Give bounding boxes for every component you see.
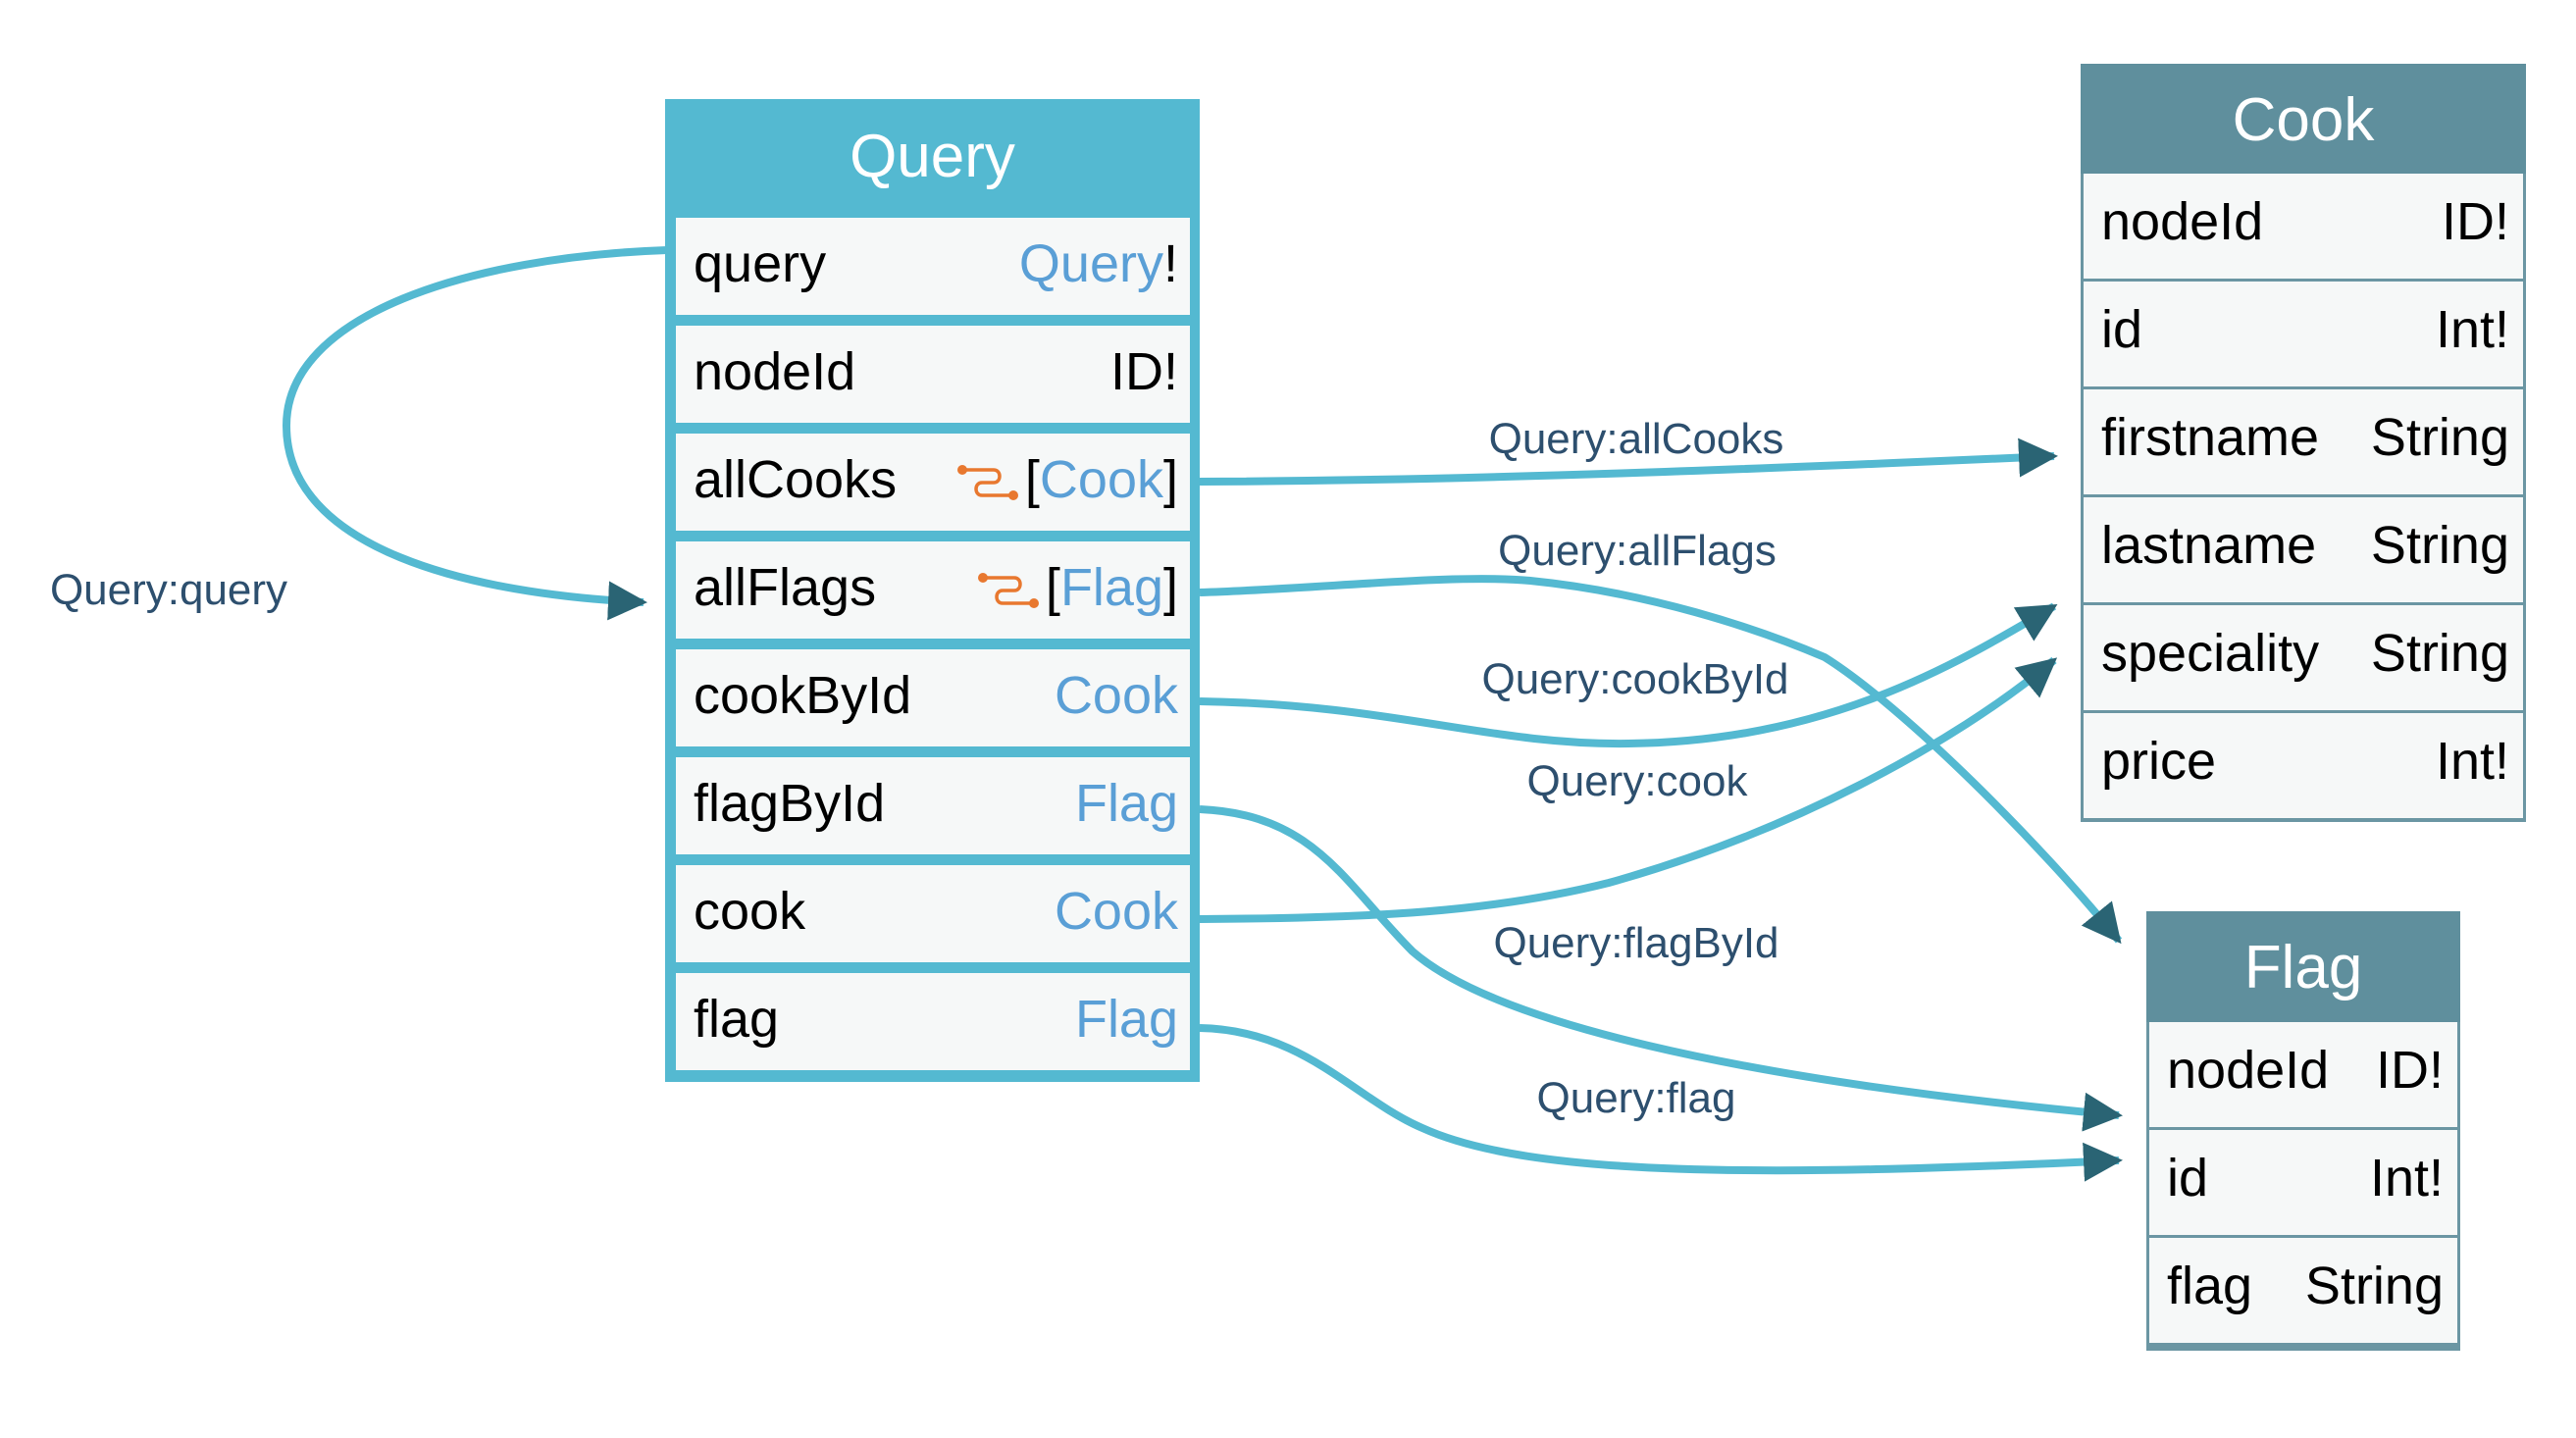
- field-type: Int!: [2369, 1149, 2444, 1207]
- field-name: firstname: [2101, 408, 2320, 467]
- field-name: lastname: [2101, 516, 2317, 575]
- field-type: Int!: [2435, 300, 2509, 359]
- type-name: ID!: [1109, 342, 1178, 401]
- field-type: Cook: [1055, 881, 1178, 942]
- field-type: [Flag]: [977, 557, 1178, 618]
- type-suffix: !: [1162, 234, 1178, 293]
- field-row-id[interactable]: id Int!: [2084, 282, 2523, 386]
- field-row-nodeid[interactable]: nodeId ID!: [2084, 174, 2523, 279]
- edge-label-allcooks: Query:allCooks: [1488, 415, 1784, 463]
- edge-label-allflags: Query:allFlags: [1498, 527, 1777, 575]
- node-title: Cook: [2081, 64, 2526, 174]
- field-type: ID!: [2375, 1041, 2444, 1100]
- edge-label-flag: Query:flag: [1536, 1074, 1736, 1122]
- field-type: String: [2370, 516, 2509, 575]
- field-name: query: [694, 234, 827, 293]
- field-name: id: [2101, 300, 2143, 359]
- field-name: nodeId: [2101, 192, 2264, 251]
- field-name: id: [2167, 1149, 2209, 1207]
- node-query[interactable]: Query query Query! nodeId ID! allCooks[Cook]…: [665, 99, 1200, 1082]
- field-name: nodeId: [694, 342, 856, 401]
- node-flag[interactable]: Flag nodeId ID! id Int! flag String: [2146, 911, 2460, 1351]
- field-type: ID!: [1110, 341, 1178, 402]
- node-cook[interactable]: Cook nodeId ID! id Int! firstname String lastn…: [2081, 64, 2526, 822]
- field-name: allCooks: [694, 450, 898, 509]
- field-type: String: [2304, 1257, 2444, 1315]
- field-name: cookById: [694, 666, 912, 725]
- node-title: Query: [850, 123, 1015, 190]
- edge-query-query[interactable]: [282, 246, 668, 621]
- field-type: Cook: [1055, 665, 1178, 726]
- field-row-flag[interactable]: flag String: [2149, 1238, 2457, 1343]
- edge-label-cook: Query:cook: [1526, 757, 1748, 805]
- field-row-allcooks[interactable]: allCooks [Cook]: [676, 434, 1190, 531]
- type-name: Flag: [1074, 774, 1178, 833]
- field-type: ID!: [2441, 192, 2509, 251]
- edge-label-cookbyid: Query:cookById: [1481, 655, 1789, 703]
- field-name: flag: [694, 990, 780, 1049]
- field-name: allFlags: [694, 558, 877, 617]
- connection-icon: [977, 573, 1039, 608]
- field-row-firstname[interactable]: firstname String: [2084, 389, 2523, 494]
- field-name: price: [2101, 732, 2217, 791]
- type-name: Cook: [1054, 666, 1178, 725]
- field-type: Flag: [1075, 989, 1178, 1050]
- field-name: flag: [2167, 1257, 2253, 1315]
- field-row-flagbyid[interactable]: flagById Flag: [676, 757, 1190, 854]
- field-name: nodeId: [2167, 1041, 2330, 1100]
- field-row-flag[interactable]: flag Flag: [676, 973, 1190, 1070]
- field-type: [Cook]: [956, 449, 1178, 510]
- type-name: Flag: [1074, 990, 1178, 1049]
- field-row-id[interactable]: id Int!: [2149, 1130, 2457, 1235]
- field-name: speciality: [2101, 624, 2320, 683]
- connection-icon: [956, 465, 1018, 500]
- type-name: Query: [1018, 234, 1163, 293]
- edge-label-query: Query:query: [49, 566, 288, 614]
- field-type: Query!: [1019, 233, 1178, 294]
- type-name: Flag: [1059, 558, 1163, 617]
- field-type: String: [2370, 624, 2509, 683]
- field-type: String: [2370, 408, 2509, 467]
- field-name: flagById: [694, 774, 886, 833]
- node-title: Flag: [2146, 911, 2460, 1022]
- type-prefix: [: [1024, 450, 1040, 509]
- field-type: Flag: [1075, 773, 1178, 834]
- field-row-query[interactable]: query Query!: [676, 218, 1190, 315]
- type-name: Cook: [1039, 450, 1163, 509]
- field-row-cook[interactable]: cook Cook: [676, 865, 1190, 962]
- field-row-lastname[interactable]: lastname String: [2084, 497, 2523, 602]
- field-row-cookbyid[interactable]: cookById Cook: [676, 649, 1190, 746]
- type-prefix: [: [1045, 558, 1060, 617]
- field-type: Int!: [2435, 732, 2509, 791]
- edge-label-flagbyid: Query:flagById: [1493, 919, 1779, 967]
- field-row-price[interactable]: price Int!: [2084, 713, 2523, 818]
- field-list: nodeId ID! id Int! firstname String lastname St…: [2084, 174, 2523, 821]
- field-row-speciality[interactable]: speciality String: [2084, 605, 2523, 710]
- field-list: nodeId ID! id Int! flag String: [2149, 1022, 2457, 1346]
- type-suffix: ]: [1162, 558, 1178, 617]
- field-row-nodeid[interactable]: nodeId ID!: [676, 326, 1190, 423]
- type-name: Cook: [1054, 882, 1178, 941]
- type-suffix: ]: [1162, 450, 1178, 509]
- field-list: query Query! nodeId ID! allCooks[Cook] allFla…: [676, 218, 1190, 1081]
- field-row-allflags[interactable]: allFlags [Flag]: [676, 541, 1190, 639]
- field-row-nodeid[interactable]: nodeId ID!: [2149, 1022, 2457, 1127]
- field-name: cook: [694, 882, 806, 941]
